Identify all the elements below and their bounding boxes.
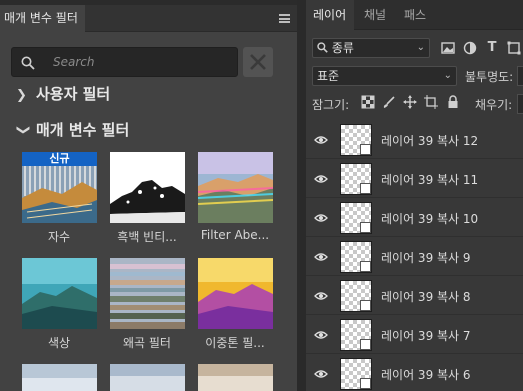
layer-row[interactable]: 레이어 39 복사 8: [306, 277, 523, 315]
opacity-field[interactable]: [517, 66, 523, 86]
section-neural-filters-label: 매개 변수 필터: [36, 121, 130, 139]
lock-transparent-pixels-icon[interactable]: [361, 95, 375, 109]
adjustment-layer-filter-icon[interactable]: [462, 40, 478, 56]
layer-thumbnail: [340, 280, 372, 312]
lock-icon[interactable]: [446, 95, 460, 109]
section-user-filters[interactable]: ❯ 사용자 필터: [16, 83, 110, 104]
lock-label: 잠그기:: [312, 98, 350, 112]
filter-thumb[interactable]: [22, 364, 97, 391]
filter-label: 왜곡 필터: [123, 336, 171, 350]
shape-layer-filter-icon[interactable]: [506, 40, 522, 56]
filter-label: Filter Abe...: [200, 228, 270, 242]
layer-thumbnail: [340, 163, 372, 195]
tab-channels[interactable]: 채널: [364, 0, 386, 30]
section-neural-filters[interactable]: ❯ 매개 변수 필터: [15, 119, 130, 140]
chevron-right-icon: ❯: [16, 88, 27, 103]
eye-icon[interactable]: [314, 330, 328, 340]
clear-search-button[interactable]: [243, 47, 273, 77]
filter-thumb-distortion[interactable]: [110, 258, 185, 329]
layers-tab-bar: 레이어 채널 패스: [306, 0, 523, 30]
blend-mode-select[interactable]: 표준 ⌄: [312, 66, 457, 86]
layer-kind-filter[interactable]: 종류 ⌄: [312, 38, 430, 58]
chevron-down-icon: ⌄: [443, 70, 452, 81]
filter-thumb[interactable]: [110, 364, 185, 391]
neural-filters-panel: 매개 변수 필터 ❯ 사용자 필터 ❯ 매개 변수 필터: [0, 0, 297, 391]
panel-divider[interactable]: [297, 0, 306, 391]
filter-thumb-bw-vintage[interactable]: [110, 152, 185, 223]
new-badge: 신규: [22, 152, 97, 166]
eye-icon[interactable]: [314, 291, 328, 301]
eye-icon[interactable]: [314, 252, 328, 262]
tab-layers[interactable]: 레이어: [306, 0, 354, 30]
layer-name[interactable]: 레이어 39 복사 11: [381, 171, 478, 188]
filter-thumb-duotone[interactable]: [198, 258, 273, 329]
section-user-filters-label: 사용자 필터: [36, 85, 111, 103]
eye-icon[interactable]: [314, 369, 328, 379]
type-layer-filter-icon[interactable]: T: [484, 40, 500, 56]
close-icon: [250, 54, 266, 70]
chevron-down-icon: ❯: [15, 124, 31, 136]
move-icon[interactable]: [403, 95, 417, 109]
search-box: [11, 47, 238, 77]
layer-thumbnail: [340, 202, 372, 234]
filter-thumb[interactable]: [198, 364, 273, 391]
search-icon: [317, 42, 328, 53]
smart-object-icon: [360, 378, 371, 389]
smart-object-icon: [360, 300, 371, 311]
layer-row[interactable]: 레이어 39 복사 9: [306, 238, 523, 276]
blend-mode-label: 표준: [317, 69, 340, 83]
layer-thumbnail: [340, 241, 372, 273]
layer-name[interactable]: 레이어 39 복사 12: [381, 132, 478, 149]
tab-paths[interactable]: 패스: [404, 0, 426, 30]
layer-name[interactable]: 레이어 39 복사 7: [381, 327, 471, 344]
layer-row[interactable]: 레이어 39 복사 12: [306, 121, 523, 159]
layer-name[interactable]: 레이어 39 복사 6: [381, 366, 471, 383]
panel-menu-icon[interactable]: [279, 14, 290, 23]
filter-label: 자수: [47, 230, 71, 244]
eye-icon[interactable]: [314, 174, 328, 184]
layer-row[interactable]: 레이어 39 복사 10: [306, 199, 523, 237]
smart-object-icon: [360, 261, 371, 272]
fill-label: 채우기:: [475, 98, 513, 112]
filter-thumb-embroidery[interactable]: 신규: [22, 152, 97, 223]
opacity-label: 불투명도:: [465, 70, 514, 84]
layer-name[interactable]: 레이어 39 복사 8: [381, 288, 471, 305]
fill-field[interactable]: [517, 94, 523, 114]
search-icon: [21, 56, 35, 70]
smart-object-icon: [360, 144, 371, 155]
layer-name[interactable]: 레이어 39 복사 10: [381, 210, 478, 227]
chevron-down-icon: ⌄: [416, 42, 425, 53]
layer-row[interactable]: 레이어 39 복사 7: [306, 316, 523, 354]
tab-neural-filters[interactable]: 매개 변수 필터: [0, 5, 85, 32]
eye-icon[interactable]: [314, 213, 328, 223]
layer-thumbnail: [340, 124, 372, 156]
filter-label: 흑백 빈티...: [117, 230, 177, 244]
brush-icon[interactable]: [382, 95, 396, 109]
layer-name[interactable]: 레이어 39 복사 9: [381, 249, 471, 266]
smart-object-icon: [360, 222, 371, 233]
layers-panel: 레이어 채널 패스 종류 ⌄ T 표준 ⌄ 불투명도: 잠그기: 채우기: 레이…: [306, 0, 523, 391]
smart-object-icon: [360, 339, 371, 350]
pixel-layer-filter-icon[interactable]: [440, 40, 456, 56]
panel-tab-bar: 매개 변수 필터: [0, 5, 297, 32]
layer-row[interactable]: 레이어 39 복사 6: [306, 355, 523, 391]
filter-thumb-colorize[interactable]: [22, 258, 97, 329]
layer-thumbnail: [340, 358, 372, 390]
artboard-lock-icon[interactable]: [424, 95, 438, 109]
layer-thumbnail: [340, 319, 372, 351]
filter-label: 색상: [47, 336, 71, 350]
layer-row[interactable]: 레이어 39 복사 11: [306, 160, 523, 198]
smart-object-icon: [360, 183, 371, 194]
layer-kind-label: 종류: [331, 41, 354, 55]
eye-icon[interactable]: [314, 135, 328, 145]
filter-thumb-abe[interactable]: [198, 152, 273, 223]
filter-label: 이중톤 필...: [205, 336, 265, 350]
search-input[interactable]: [53, 48, 233, 76]
